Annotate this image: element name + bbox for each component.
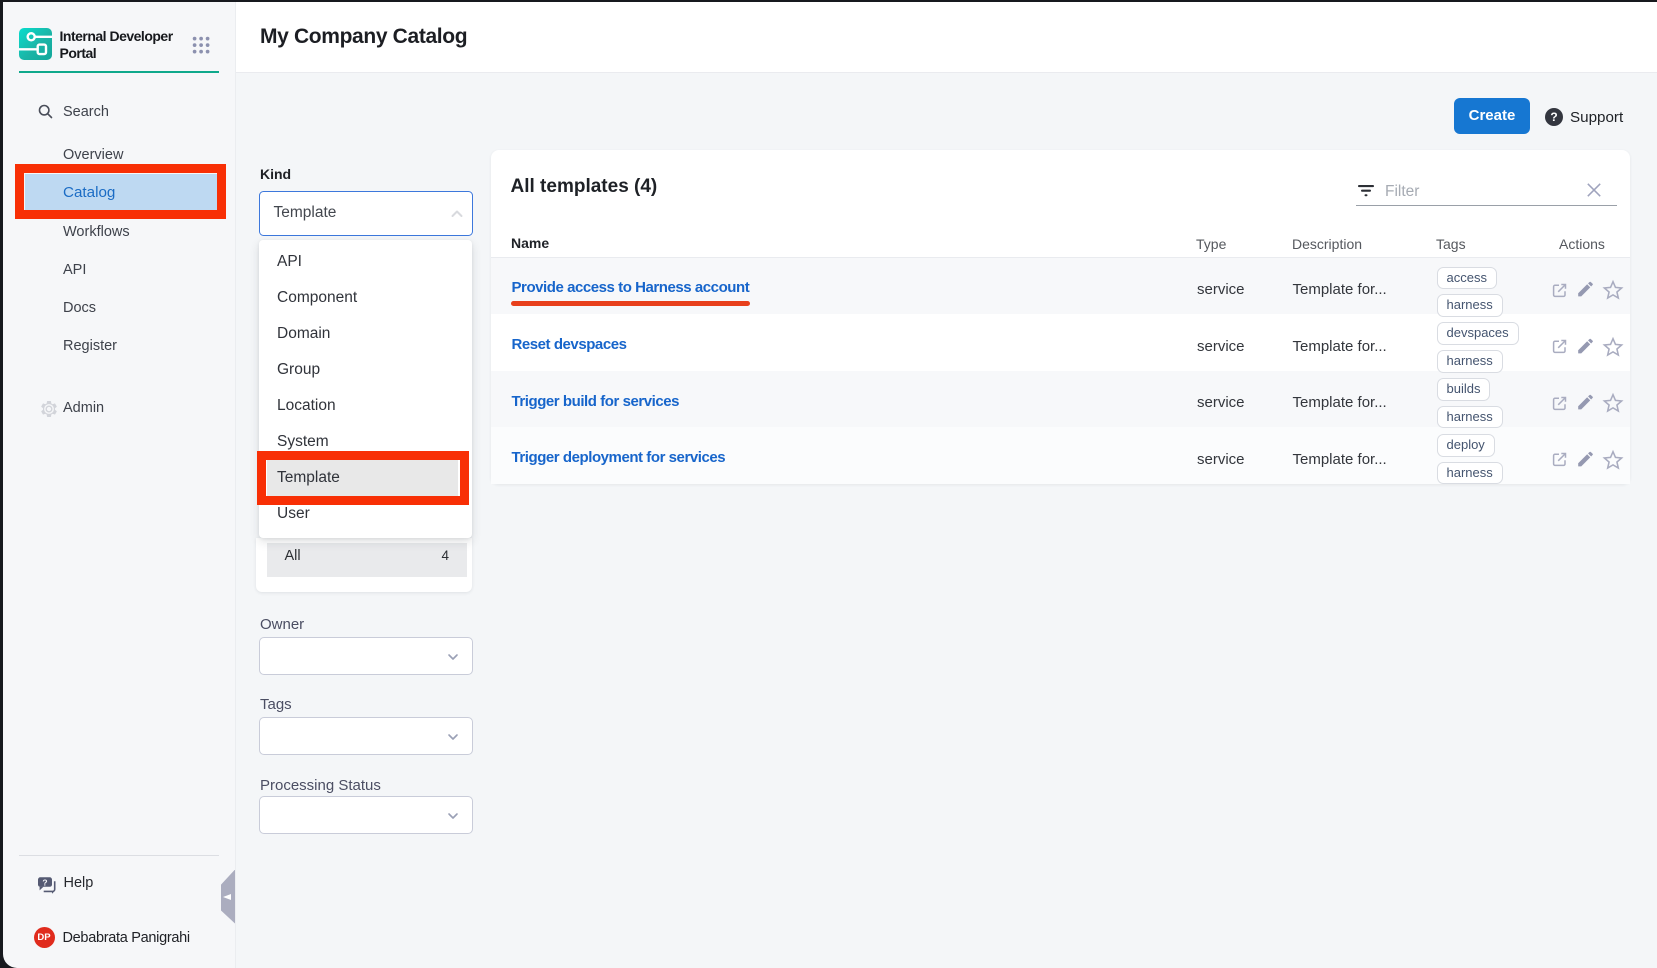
svg-text:?: ? [42, 877, 47, 887]
